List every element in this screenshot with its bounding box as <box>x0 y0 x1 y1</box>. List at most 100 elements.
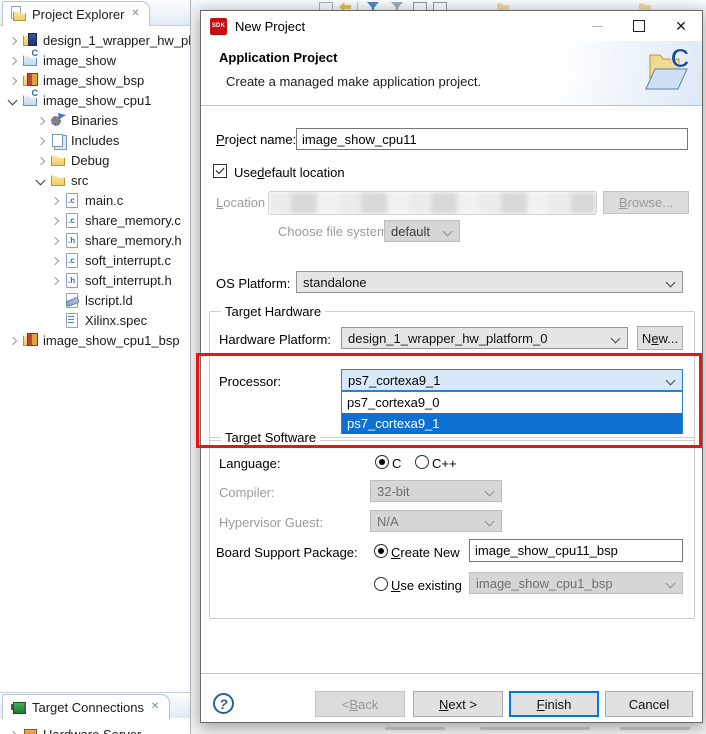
language-c-radio[interactable] <box>375 455 389 469</box>
chevron-right-icon[interactable] <box>50 196 59 205</box>
src-folder-icon <box>50 172 66 188</box>
chevron-right-icon[interactable] <box>36 116 45 125</box>
chevron-right-icon[interactable] <box>50 276 59 285</box>
wizard-header: Application Project Create a managed mak… <box>201 41 702 106</box>
bsp-use-existing-label: Use existing <box>391 577 462 593</box>
c-file-icon <box>64 252 80 268</box>
processor-option[interactable]: ps7_cortexa9_0 <box>342 392 682 413</box>
chevron-right-icon[interactable] <box>50 236 59 245</box>
chevron-right-icon[interactable] <box>8 36 17 45</box>
folder-icon <box>50 152 66 168</box>
bsp-name-input[interactable]: image_show_cpu11_bsp <box>469 539 683 562</box>
linker-script-icon <box>64 292 80 308</box>
compiler-select[interactable]: 32-bit <box>370 480 502 502</box>
maximize-icon <box>633 20 645 32</box>
tree-item[interactable]: main.c <box>0 190 190 210</box>
chevron-right-icon[interactable] <box>8 730 17 734</box>
tree-item[interactable]: soft_interrupt.h <box>0 270 190 290</box>
tab-target-connections[interactable]: Target Connections <box>2 694 171 719</box>
hw-platform-folder-icon <box>22 32 38 48</box>
hardware-platform-select[interactable]: design_1_wrapper_hw_platform_0 <box>341 327 628 349</box>
tree-item-label: image_show <box>43 52 116 68</box>
tree-item[interactable]: src <box>0 170 190 190</box>
tree-item[interactable]: Binaries <box>0 110 190 130</box>
target-hardware-group-label: Target Hardware <box>221 304 326 319</box>
tree-item[interactable]: soft_interrupt.c <box>0 250 190 270</box>
chevron-right-icon[interactable] <box>8 76 17 85</box>
maximize-button[interactable] <box>618 11 660 41</box>
browse-button[interactable]: Browse... <box>603 191 689 214</box>
compiler-label: Compiler: <box>219 484 275 500</box>
wizard-title: Application Project <box>219 50 338 65</box>
tree-item-label: soft_interrupt.c <box>85 252 171 268</box>
tree-item[interactable]: Xilinx.spec <box>0 310 190 330</box>
chevron-down-icon[interactable] <box>8 96 17 105</box>
dialog-titlebar[interactable]: SDK New Project ✕ <box>201 11 702 41</box>
tree-item[interactable]: design_1_wrapper_hw_pla <box>0 30 190 50</box>
chevron-right-icon[interactable] <box>36 156 45 165</box>
tree-item-label: soft_interrupt.h <box>85 272 172 288</box>
back-button[interactable]: < Back <box>315 691 405 717</box>
processor-option-selected[interactable]: ps7_cortexa9_1 <box>342 413 682 434</box>
minimize-icon <box>591 25 603 27</box>
tab-close-icon[interactable] <box>129 8 141 20</box>
bsp-existing-select[interactable]: image_show_cpu1_bsp <box>469 572 683 594</box>
tree-item[interactable]: Includes <box>0 130 190 150</box>
hypervisor-guest-value: N/A <box>377 513 399 529</box>
tree-item[interactable]: lscript.ld <box>0 290 190 310</box>
tree-item[interactable]: Debug <box>0 150 190 170</box>
tree-item[interactable]: image_show_cpu1 <box>0 88 190 110</box>
chevron-right-icon[interactable] <box>8 56 17 65</box>
tab-close-icon[interactable] <box>149 701 161 713</box>
chevron-right-icon[interactable] <box>50 216 59 225</box>
tree-item[interactable]: share_memory.c <box>0 210 190 230</box>
chevron-right-icon[interactable] <box>50 256 59 265</box>
chevron-right-icon[interactable] <box>8 336 17 345</box>
chevron-right-icon[interactable] <box>36 136 45 145</box>
os-platform-select[interactable]: standalone <box>296 271 683 293</box>
redaction-mosaic <box>269 192 596 214</box>
finish-button[interactable]: Finish <box>509 691 599 717</box>
funnel-icon <box>367 2 379 10</box>
tree-item-label: Debug <box>71 152 110 168</box>
minimize-button[interactable] <box>576 11 618 41</box>
processor-select[interactable]: ps7_cortexa9_1 <box>341 369 683 391</box>
tree-item[interactable]: image_show <box>0 48 190 70</box>
tree-item-label: lscript.ld <box>85 292 133 308</box>
background-bottom-strip <box>200 723 706 734</box>
background-artifact <box>620 727 690 730</box>
file-system-select[interactable]: default <box>384 220 460 242</box>
svg-text:C: C <box>671 45 690 73</box>
tab-project-explorer[interactable]: Project Explorer <box>2 1 151 26</box>
new-project-dialog: SDK New Project ✕ Application Project Cr… <box>196 10 703 723</box>
close-button[interactable]: ✕ <box>660 11 702 41</box>
c-file-icon <box>64 212 80 228</box>
tree-item-label: src <box>71 172 89 188</box>
language-cpp-radio[interactable] <box>415 455 429 469</box>
help-button[interactable]: ? <box>213 693 234 714</box>
bsp-use-existing-radio[interactable] <box>374 577 388 591</box>
background-toolbar-strip <box>191 0 706 10</box>
tree-item-label: image_show_cpu1_bsp <box>43 332 180 348</box>
os-platform-label: OS Platform: <box>216 275 291 291</box>
language-c-option-label: C <box>392 455 402 471</box>
target-connections-icon <box>11 699 27 715</box>
project-name-input[interactable]: image_show_cpu11 <box>296 128 688 150</box>
tree-item-label: main.c <box>85 192 124 208</box>
chevron-down-icon[interactable] <box>36 176 45 185</box>
tree-item-label: image_show_cpu1 <box>43 92 152 108</box>
new-hardware-platform-button[interactable]: Ne w... <box>637 326 683 350</box>
tab-label: Project Explorer <box>32 6 125 22</box>
os-platform-value: standalone <box>303 274 367 290</box>
tree-item[interactable]: image_show_bsp <box>0 70 190 90</box>
use-default-location-checkbox[interactable] <box>213 164 227 178</box>
cancel-button[interactable]: Cancel <box>605 691 693 717</box>
target-connections-tabbar: Target Connections <box>0 692 190 719</box>
tree-item[interactable]: image_show_cpu1_bsp <box>0 330 190 350</box>
target-connections-partial-row[interactable]: Hardware Server <box>0 724 190 734</box>
next-button[interactable]: Next > <box>413 691 503 717</box>
hypervisor-guest-select[interactable]: N/A <box>370 510 502 532</box>
processor-label: Processor: <box>219 373 282 389</box>
bsp-create-new-radio[interactable] <box>374 544 388 558</box>
tree-item[interactable]: share_memory.h <box>0 230 190 250</box>
